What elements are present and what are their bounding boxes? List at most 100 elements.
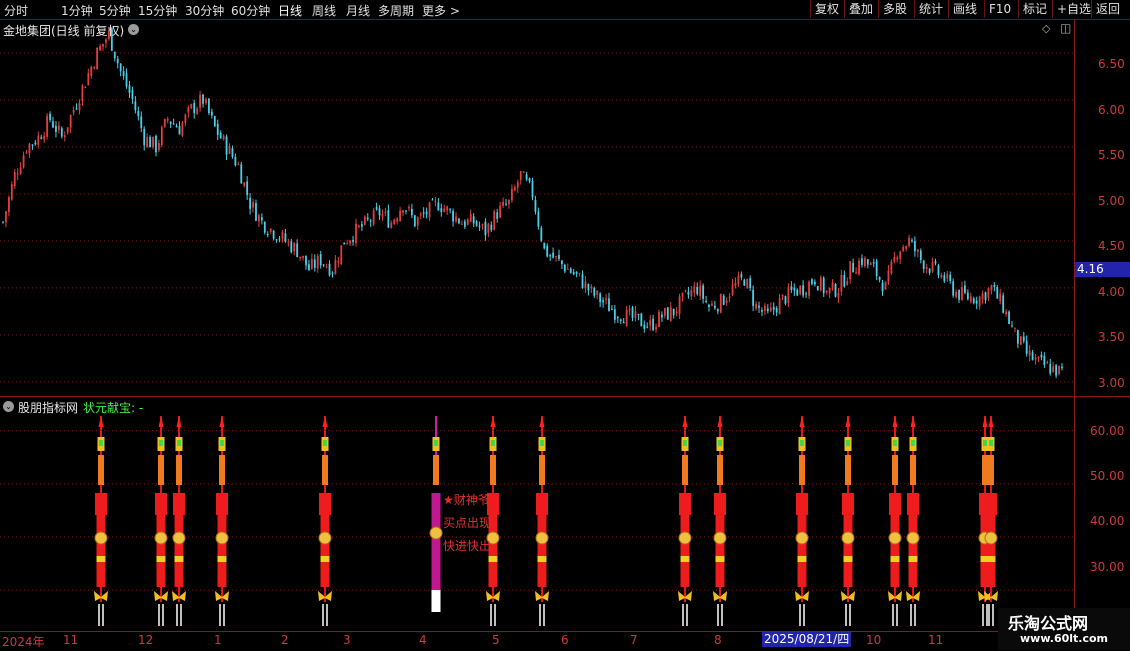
- candle-body: [566, 268, 569, 270]
- candle-body: [181, 122, 184, 136]
- candle-body: [969, 296, 972, 302]
- candle-body: [616, 317, 619, 319]
- candle-body: [431, 199, 434, 201]
- candle-body: [246, 181, 249, 196]
- candle-body: [996, 287, 999, 299]
- candle-body: [108, 30, 110, 39]
- signal-quick-trade: 快进快出: [443, 539, 492, 553]
- money-bag-icon: [984, 531, 998, 545]
- candle-body: [461, 223, 463, 225]
- candle-body: [328, 263, 331, 276]
- candle-body: [834, 284, 837, 297]
- signal-red-block: [319, 493, 331, 515]
- candle-body: [793, 287, 796, 291]
- candle-body: [202, 94, 204, 104]
- candle-body: [666, 307, 669, 320]
- candle-body: [343, 242, 346, 245]
- candle-body: [943, 275, 946, 282]
- candle-body: [543, 242, 546, 249]
- money-bag-icon: [841, 531, 855, 545]
- candle-body: [763, 305, 766, 312]
- signal-red-bar: [96, 515, 106, 587]
- candle-body: [358, 225, 360, 227]
- candle-body: [643, 324, 646, 329]
- signal-yellow-band: [680, 556, 690, 562]
- candle-body: [163, 119, 166, 127]
- candle-body: [16, 173, 19, 175]
- candle-body: [102, 43, 104, 47]
- candle-body: [478, 226, 481, 228]
- candle-body: [172, 123, 175, 125]
- candle-body: [569, 268, 572, 273]
- month-label: 1: [214, 633, 222, 647]
- candle-body: [416, 217, 419, 226]
- signal-green-dot: [683, 440, 687, 446]
- candle-body: [81, 85, 84, 102]
- signal-red-block: [216, 493, 228, 515]
- candle-body: [137, 110, 140, 117]
- candle-body: [663, 308, 666, 316]
- candle-body: [158, 143, 160, 150]
- candle-body: [911, 240, 913, 242]
- candle-body: [325, 266, 328, 268]
- candle-body: [166, 118, 169, 121]
- candle-body: [140, 116, 143, 129]
- candle-body: [278, 238, 281, 240]
- candle-body: [758, 305, 760, 308]
- candle-body: [766, 308, 769, 312]
- candle-body: [190, 104, 193, 108]
- candle-body: [160, 127, 163, 145]
- candle-body: [22, 155, 25, 168]
- candle-body: [958, 289, 960, 300]
- candle-body: [405, 210, 407, 212]
- candle-body: [902, 247, 905, 251]
- candle-body: [1040, 354, 1043, 358]
- candle-body: [755, 303, 757, 309]
- candle-body: [593, 287, 596, 296]
- candle-body: [1058, 365, 1060, 374]
- candle-body: [1061, 366, 1063, 369]
- money-bag-icon: [795, 531, 809, 545]
- month-label: 10: [866, 633, 882, 647]
- candle-body: [811, 279, 813, 284]
- candle-body: [28, 143, 31, 154]
- signal-orange-bar: [892, 455, 898, 485]
- candle-body: [499, 205, 502, 218]
- candle-body: [555, 256, 557, 258]
- candle-body: [466, 219, 469, 225]
- signal-red-bar: [890, 515, 900, 587]
- candle-body: [96, 47, 99, 70]
- money-bag-icon: [154, 531, 168, 545]
- candle-body: [60, 128, 63, 137]
- month-label: 7: [630, 633, 638, 647]
- candle-body: [619, 319, 622, 322]
- signal-green-dot: [159, 440, 163, 446]
- candle-body: [922, 260, 925, 270]
- signal-arrow: [98, 416, 104, 427]
- candle-body: [210, 111, 213, 116]
- candle-body: [622, 321, 625, 324]
- candle-body: [678, 296, 681, 314]
- candle-body: [946, 273, 949, 279]
- signal-orange-bar: [910, 455, 916, 485]
- candle-body: [808, 281, 810, 296]
- candle-body: [790, 286, 793, 290]
- candle-body: [255, 203, 257, 221]
- signal-red-block: [155, 493, 167, 515]
- money-bag-icon: [94, 531, 108, 545]
- candle-body: [110, 28, 113, 51]
- candle-body: [219, 132, 222, 139]
- candle-body: [252, 202, 254, 208]
- signal-red-block: [679, 493, 691, 515]
- candle-body: [778, 297, 781, 315]
- candle-body: [872, 262, 875, 264]
- candle-body: [46, 115, 49, 137]
- candle-body: [455, 216, 457, 222]
- candle-body: [72, 110, 75, 113]
- candle-body: [640, 313, 643, 327]
- month-label: 2: [281, 633, 289, 647]
- candle-body: [84, 86, 87, 89]
- candle-body: [896, 257, 899, 260]
- money-bag-icon: [318, 531, 332, 545]
- candle-body: [634, 311, 637, 319]
